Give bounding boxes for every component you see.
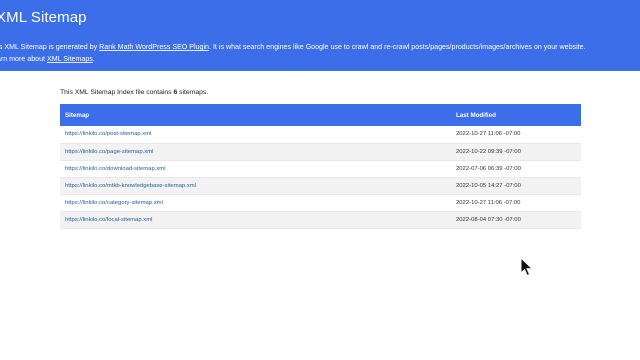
modified-cell: 2022-08-04 07:30 -07:00 [456, 216, 521, 223]
page-title: XML Sitemap [0, 9, 87, 26]
desc-line1-prefix: This XML Sitemap is generated by [0, 43, 100, 51]
xml-sitemaps-link[interactable]: XML Sitemaps [47, 55, 93, 63]
desc-line2-suffix: . [92, 55, 95, 63]
sitemap-cell: https://linkilo.co/download-sitemap.xml [60, 160, 451, 177]
page-header: XML Sitemap This XML Sitemap is generate… [0, 0, 640, 71]
table-row: https://linkilo.co/download-sitemap.xml … [60, 160, 581, 177]
header-description: This XML Sitemap is generated by Rank Ma… [0, 41, 586, 65]
sitemap-cell: https://linkilo.co/mtkb-knowledgebase-si… [60, 177, 451, 194]
desc-line2-prefix: Learn more about [0, 55, 45, 63]
sitemap-link[interactable]: https://linkilo.co/local-sitemap.xml [65, 217, 152, 223]
sitemap-cell: https://linkilo.co/page-sitemap.xml [60, 143, 451, 160]
table-row: https://linkilo.co/post-sitemap.xml 2022… [60, 126, 581, 143]
desc-line1-suffix: . It is what search engines like Google … [209, 43, 586, 51]
sitemap-link[interactable]: https://linkilo.co/category-sitemap.xml [65, 200, 163, 206]
sitemap-link[interactable]: https://linkilo.co/download-sitemap.xml [65, 166, 166, 172]
sitemap-cell: https://linkilo.co/post-sitemap.xml [60, 126, 451, 143]
mouse-pointer-icon [520, 257, 534, 277]
table-row: https://linkilo.co/category-sitemap.xml … [60, 194, 581, 211]
column-header-last-modified: Last Modified [456, 111, 496, 119]
modified-cell: 2022-10-27 11:06 -07:00 [456, 199, 521, 206]
sitemap-cell: https://linkilo.co/local-sitemap.xml [60, 211, 451, 228]
modified-cell: 2022-10-05 14:27 -07:00 [456, 182, 521, 189]
modified-cell: 2022-10-27 11:06 -07:00 [456, 131, 521, 138]
sitemap-table: Sitemap Last Modified https://linkilo.co… [60, 104, 581, 229]
table-row: https://linkilo.co/mtkb-knowledgebase-si… [60, 177, 581, 194]
table-row: https://linkilo.co/page-sitemap.xml 2022… [60, 143, 581, 160]
modified-cell: 2022-10-22 09:39 -07:00 [456, 148, 521, 155]
summary-suffix: sitemaps. [177, 89, 209, 96]
sitemap-link[interactable]: https://linkilo.co/mtkb-knowledgebase-si… [65, 183, 196, 189]
rank-math-link[interactable]: Rank Math WordPress SEO Plugin [99, 43, 209, 51]
sitemap-link[interactable]: https://linkilo.co/post-sitemap.xml [65, 131, 151, 137]
summary-prefix: This XML Sitemap Index file contains [60, 89, 174, 96]
modified-cell: 2022-07-06 06:39 -07:00 [456, 165, 521, 172]
table-row: https://linkilo.co/local-sitemap.xml 202… [60, 211, 581, 228]
column-header-sitemap: Sitemap [65, 111, 90, 119]
table-header-row: Sitemap Last Modified [60, 104, 581, 126]
sitemap-link[interactable]: https://linkilo.co/page-sitemap.xml [65, 149, 153, 155]
sitemap-summary: This XML Sitemap Index file contains 6 s… [60, 89, 208, 96]
sitemap-cell: https://linkilo.co/category-sitemap.xml [60, 194, 451, 211]
